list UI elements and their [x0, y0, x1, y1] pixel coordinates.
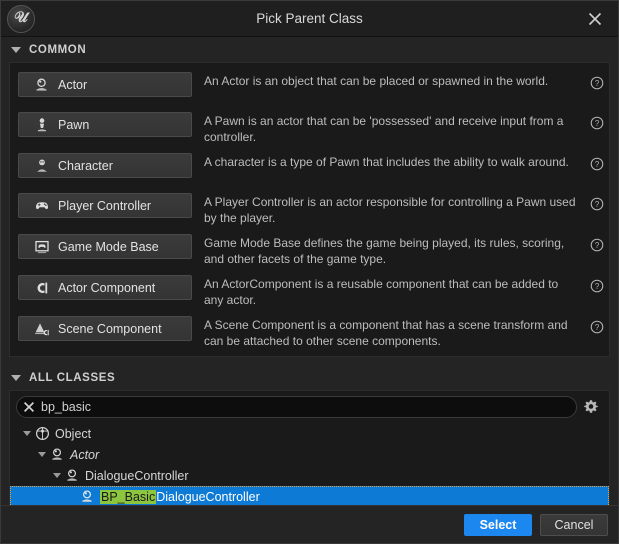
close-icon — [588, 12, 602, 25]
class-row: Game Mode Base Game Mode Base defines th… — [10, 229, 609, 270]
tree-row-object[interactable]: Object — [10, 423, 609, 444]
help-button[interactable]: ? — [585, 70, 609, 90]
class-row: Scene Component A Scene Component is a c… — [10, 311, 609, 352]
expand-arrow-icon[interactable] — [50, 473, 64, 478]
search-match-highlight: BP_Basic — [100, 489, 157, 504]
class-description: An Actor is an object that can be placed… — [204, 74, 549, 88]
triangle-down-icon — [11, 46, 21, 53]
tree-item-label: Object — [55, 426, 92, 441]
help-circle-icon: ? — [590, 279, 604, 293]
class-description: A Scene Component is a component that ha… — [204, 318, 568, 348]
expand-arrow-icon[interactable] — [35, 452, 49, 457]
help-circle-icon: ? — [590, 76, 604, 90]
class-description: Game Mode Base defines the game being pl… — [204, 236, 565, 266]
help-circle-icon: ? — [590, 197, 604, 211]
class-button-label: Game Mode Base — [58, 239, 159, 254]
svg-text:?: ? — [595, 200, 600, 209]
class-button-pawn[interactable]: Pawn — [18, 112, 192, 137]
class-tree: Object Actor DialogueController BP_Basic… — [10, 423, 609, 508]
gamepad-icon — [33, 197, 51, 215]
clear-search-button[interactable] — [17, 401, 41, 413]
cancel-button[interactable]: Cancel — [540, 513, 608, 536]
class-description: A Player Controller is an actor responsi… — [204, 195, 576, 225]
game-mode-icon — [33, 238, 51, 256]
page-title: Pick Parent Class — [256, 11, 363, 26]
class-row: Actor Component An ActorComponent is a r… — [10, 270, 609, 311]
tree-row-actor[interactable]: Actor — [10, 444, 609, 465]
class-button-actor[interactable]: Actor — [18, 72, 192, 97]
object-icon — [34, 425, 51, 442]
gear-icon — [584, 400, 598, 413]
help-circle-icon: ? — [590, 157, 604, 171]
help-circle-icon: ? — [590, 116, 604, 130]
class-button-game-mode-base[interactable]: Game Mode Base — [18, 234, 192, 259]
class-button-character[interactable]: Character — [18, 153, 192, 178]
pick-parent-class-dialog: 𝒰 Pick Parent Class COMMON Actor An Acto… — [0, 0, 619, 544]
help-button[interactable]: ? — [585, 191, 609, 211]
character-icon — [33, 157, 51, 175]
class-description: A character is a type of Pawn that inclu… — [204, 155, 569, 169]
tree-item-label: BP_BasicDialogueController — [100, 489, 260, 504]
class-button-label: Scene Component — [58, 321, 162, 336]
help-button[interactable]: ? — [585, 110, 609, 130]
scene-component-icon — [33, 320, 51, 338]
all-classes-section-header[interactable]: ALL CLASSES — [1, 365, 618, 390]
class-button-scene-component[interactable]: Scene Component — [18, 316, 192, 341]
actor-icon — [64, 467, 81, 484]
class-description: A Pawn is an actor that can be 'possesse… — [204, 114, 564, 144]
help-circle-icon: ? — [590, 320, 604, 334]
svg-text:?: ? — [595, 119, 600, 128]
tree-item-label: Actor — [70, 447, 100, 462]
search-box[interactable] — [16, 396, 577, 418]
help-button[interactable]: ? — [585, 273, 609, 293]
tree-item-label-suffix: DialogueController — [156, 489, 260, 504]
search-input[interactable] — [41, 400, 576, 414]
unreal-engine-logo-icon: 𝒰 — [7, 4, 35, 33]
help-button[interactable]: ? — [585, 314, 609, 334]
class-button-label: Pawn — [58, 117, 90, 132]
svg-text:?: ? — [595, 241, 600, 250]
common-section-title: COMMON — [29, 43, 87, 56]
common-class-list: Actor An Actor is an object that can be … — [9, 62, 610, 357]
actor-icon — [49, 446, 66, 463]
svg-text:?: ? — [595, 282, 600, 291]
search-settings-button[interactable] — [577, 399, 605, 415]
close-button[interactable] — [572, 1, 618, 36]
class-button-player-controller[interactable]: Player Controller — [18, 193, 192, 218]
class-button-label: Character — [58, 158, 113, 173]
svg-text:?: ? — [595, 160, 600, 169]
class-button-label: Actor Component — [58, 280, 156, 295]
help-circle-icon: ? — [590, 238, 604, 252]
svg-text:?: ? — [595, 323, 600, 332]
tree-row-bp-basic-dialoguecontroller[interactable]: BP_BasicDialogueController — [10, 486, 609, 507]
class-row: Pawn A Pawn is an actor that can be 'pos… — [10, 107, 609, 148]
actor-icon — [79, 488, 96, 505]
expand-arrow-icon[interactable] — [20, 431, 34, 436]
tree-item-label: DialogueController — [85, 468, 189, 483]
class-row: Character A character is a type of Pawn … — [10, 148, 609, 188]
class-button-label: Player Controller — [58, 198, 152, 213]
pawn-icon — [33, 116, 51, 134]
help-button[interactable]: ? — [585, 232, 609, 252]
select-button[interactable]: Select — [464, 513, 532, 536]
actor-component-icon — [33, 279, 51, 297]
class-row: Actor An Actor is an object that can be … — [10, 67, 609, 107]
tree-row-dialoguecontroller[interactable]: DialogueController — [10, 465, 609, 486]
class-description: An ActorComponent is a reusable componen… — [204, 277, 559, 307]
class-row: Player Controller A Player Controller is… — [10, 188, 609, 229]
class-button-actor-component[interactable]: Actor Component — [18, 275, 192, 300]
title-bar: 𝒰 Pick Parent Class — [1, 1, 618, 37]
class-button-label: Actor — [58, 77, 88, 92]
search-row — [10, 391, 609, 423]
all-classes-section-title: ALL CLASSES — [29, 371, 116, 384]
help-button[interactable]: ? — [585, 151, 609, 171]
svg-text:?: ? — [595, 79, 600, 88]
triangle-down-icon — [11, 374, 21, 381]
common-section-header[interactable]: COMMON — [1, 37, 618, 62]
actor-icon — [33, 76, 51, 94]
clear-x-icon — [23, 401, 35, 413]
dialog-footer: Select Cancel — [1, 505, 618, 543]
